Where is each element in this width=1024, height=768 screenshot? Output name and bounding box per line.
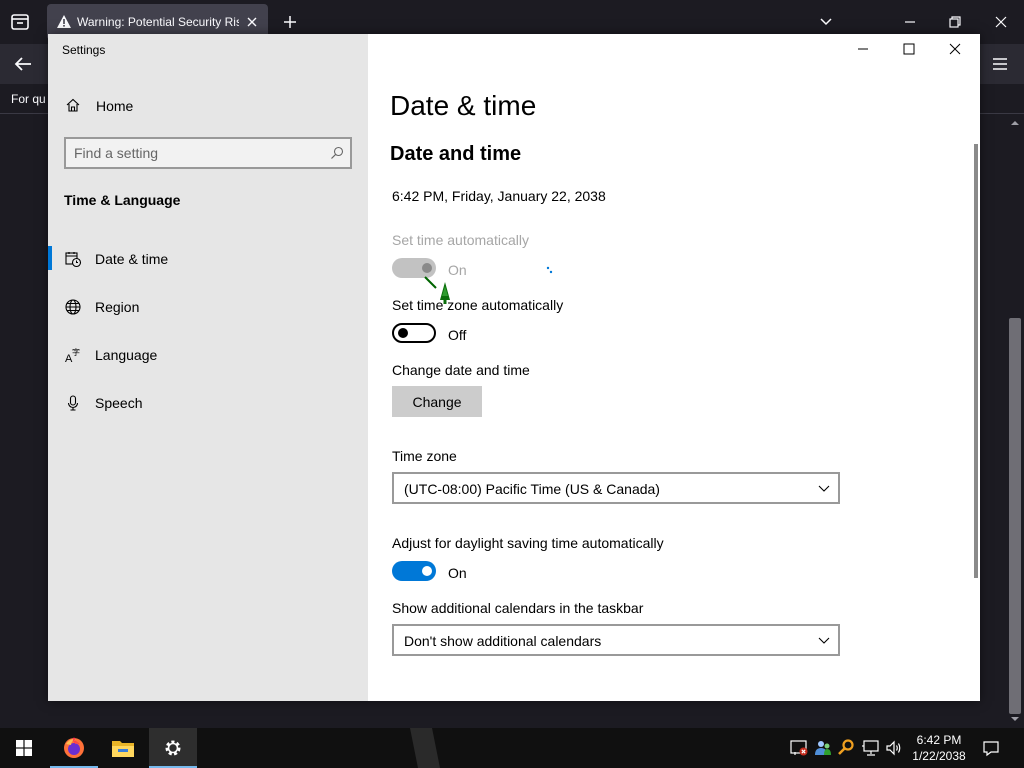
sidebar-item-label: Speech xyxy=(95,395,143,411)
time-zone-label: Time zone xyxy=(392,448,457,464)
search-key-icon[interactable] xyxy=(836,738,856,758)
settings-window: Settings Home Time & Language Date & xyxy=(48,34,980,701)
people-icon[interactable] xyxy=(813,738,833,758)
daylight-saving-label: Adjust for daylight saving time automati… xyxy=(392,535,664,551)
close-icon[interactable] xyxy=(932,34,978,64)
folder-icon xyxy=(112,741,134,757)
content-scrollbar[interactable] xyxy=(974,144,978,578)
taskbar-background-stripe xyxy=(410,728,440,768)
start-button[interactable] xyxy=(0,728,48,768)
calendar-clock-icon xyxy=(65,252,82,268)
language-icon: A 字 xyxy=(65,347,80,364)
taskbar-settings[interactable] xyxy=(149,728,197,768)
set-time-zone-automatically-label: Set time zone automatically xyxy=(392,297,564,313)
sidebar-item-label: Region xyxy=(95,299,140,315)
maximize-icon[interactable] xyxy=(886,34,932,64)
svg-text:字: 字 xyxy=(72,347,80,357)
sidebar-item-label: Language xyxy=(95,347,158,363)
cursor-icon xyxy=(424,276,450,304)
browser-scrollbar[interactable] xyxy=(1006,114,1024,728)
notice-text: For qu xyxy=(11,92,46,106)
sidebar-item-region[interactable]: Region xyxy=(48,286,368,326)
browser-minimize-icon[interactable] xyxy=(900,12,920,32)
clock-date: 1/22/2038 xyxy=(912,749,966,763)
browser-tab-title: Warning: Potential Security Risk xyxy=(77,15,239,29)
browser-close-icon[interactable] xyxy=(991,12,1011,32)
gear-icon xyxy=(165,740,181,756)
settings-sidebar: Settings Home Time & Language Date & xyxy=(48,34,368,701)
current-date-time: 6:42 PM, Friday, January 22, 2038 xyxy=(392,188,606,204)
settings-search[interactable] xyxy=(64,137,352,169)
sidebar-item-speech[interactable]: Speech xyxy=(48,382,368,422)
additional-calendars-value: Don't show additional calendars xyxy=(404,633,602,649)
search-icon[interactable] xyxy=(330,146,344,160)
selection-indicator xyxy=(48,246,52,270)
volume-icon[interactable] xyxy=(884,738,904,758)
microphone-icon xyxy=(67,395,79,411)
security-center-icon[interactable] xyxy=(789,738,809,758)
chevron-down-icon xyxy=(818,485,830,492)
home-label: Home xyxy=(96,98,134,114)
change-button[interactable]: Change xyxy=(392,386,482,417)
time-zone-dropdown[interactable]: (UTC-08:00) Pacific Time (US & Canada) xyxy=(392,472,840,504)
taskbar-clock[interactable]: 6:42 PM 1/22/2038 xyxy=(905,732,973,764)
minimize-icon[interactable] xyxy=(840,34,886,64)
network-icon[interactable] xyxy=(861,738,881,758)
daylight-saving-state: On xyxy=(448,565,467,581)
time-zone-value: (UTC-08:00) Pacific Time (US & Canada) xyxy=(404,481,660,497)
scroll-down-icon[interactable] xyxy=(1010,714,1020,724)
set-time-zone-automatically-toggle[interactable] xyxy=(392,323,436,343)
additional-calendars-label: Show additional calendars in the taskbar xyxy=(392,600,644,616)
firefox-icon xyxy=(64,737,84,758)
set-time-automatically-label: Set time automatically xyxy=(392,232,529,248)
warning-icon xyxy=(57,15,71,28)
set-time-automatically-toggle[interactable] xyxy=(392,258,436,278)
tab-list-icon[interactable] xyxy=(8,10,32,34)
hamburger-menu-icon[interactable] xyxy=(990,54,1010,74)
additional-calendars-dropdown[interactable]: Don't show additional calendars xyxy=(392,624,840,656)
sidebar-item-label: Date & time xyxy=(95,251,169,267)
settings-content: Date & time Date and time 6:42 PM, Frida… xyxy=(368,34,980,701)
home-nav-item[interactable]: Home xyxy=(48,94,368,118)
sidebar-item-date-time[interactable]: Date & time xyxy=(48,238,368,278)
taskbar: 6:42 PM 1/22/2038 xyxy=(0,728,1024,768)
taskbar-firefox[interactable] xyxy=(50,728,98,768)
new-tab-icon[interactable] xyxy=(280,12,300,32)
group-title: Time & Language xyxy=(64,192,181,208)
sidebar-item-language[interactable]: A 字 Language xyxy=(48,334,368,374)
busy-indicator-icon xyxy=(546,266,553,274)
set-time-zone-automatically-state: Off xyxy=(448,327,467,343)
clock-time: 6:42 PM xyxy=(916,733,962,747)
page-title: Date & time xyxy=(390,90,537,121)
search-input[interactable] xyxy=(74,144,314,162)
change-date-time-label: Change date and time xyxy=(392,362,530,378)
windows-logo-icon xyxy=(16,740,32,756)
scroll-up-icon[interactable] xyxy=(1010,118,1020,128)
home-icon xyxy=(66,98,80,112)
close-tab-icon[interactable] xyxy=(244,14,260,30)
app-title: Settings xyxy=(62,43,106,57)
daylight-saving-toggle[interactable] xyxy=(392,561,436,581)
scrollbar-thumb[interactable] xyxy=(1009,318,1021,714)
chevron-down-icon xyxy=(818,637,830,644)
browser-restore-icon[interactable] xyxy=(945,12,965,32)
back-arrow-icon[interactable] xyxy=(12,54,34,74)
action-center-icon[interactable] xyxy=(981,738,1001,758)
globe-icon xyxy=(65,299,81,315)
section-title: Date and time xyxy=(390,143,522,165)
taskbar-file-explorer[interactable] xyxy=(99,728,147,768)
chevron-down-icon[interactable] xyxy=(816,12,836,32)
